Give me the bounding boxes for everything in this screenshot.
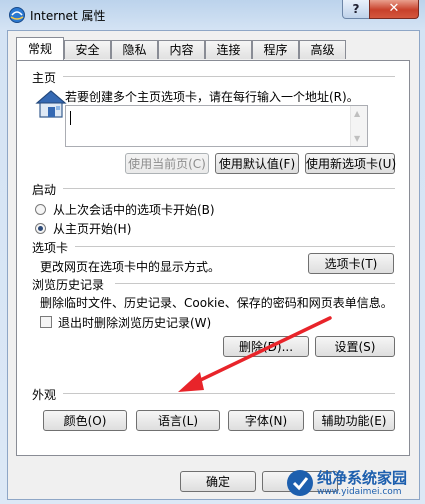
watermark: 纯净系统家园 www.yidaimei.com: [283, 466, 423, 502]
general-tab-panel: 主页 若要创建多个主页选项卡，请在每行输入一个地址(R)。 ▲ ▼ 使用当前页(…: [16, 60, 410, 456]
tab-security[interactable]: 安全: [64, 40, 111, 59]
tab-connections[interactable]: 连接: [205, 40, 252, 59]
radio-last-session-label: 从上次会话中的选项卡开始(B): [53, 203, 215, 217]
delete-on-exit-checkbox[interactable]: [40, 316, 52, 328]
tabs-settings-button[interactable]: 选项卡(T): [308, 253, 394, 274]
radio-last-session[interactable]: [35, 204, 46, 215]
use-current-button[interactable]: 使用当前页(C): [125, 153, 209, 174]
appearance-separator: [63, 393, 395, 394]
history-description: 删除临时文件、历史记录、Cookie、保存的密码和网页表单信息。: [40, 296, 393, 310]
use-default-button[interactable]: 使用默认值(F): [215, 153, 299, 174]
tabs-description: 更改网页在选项卡中的显示方式。: [40, 260, 221, 274]
tab-programs[interactable]: 程序: [252, 40, 299, 59]
watermark-url: www.yidaimei.com: [317, 487, 402, 497]
tab-advanced[interactable]: 高级: [299, 40, 346, 59]
house-icon: [35, 90, 67, 118]
close-icon: ✕: [388, 1, 400, 16]
radio-homepage[interactable]: [35, 223, 46, 234]
close-button[interactable]: ✕: [369, 0, 419, 19]
homepage-scrollbar[interactable]: ▲ ▼: [350, 106, 367, 146]
history-settings-button[interactable]: 设置(S): [315, 336, 395, 357]
accessibility-button[interactable]: 辅助功能(E): [313, 410, 395, 431]
internet-options-window: Internet 属性 ? ✕ 常规 安全 隐私 内容 连接 程序 高级 主页: [0, 0, 425, 504]
languages-button[interactable]: 语言(L): [136, 410, 220, 431]
delete-on-exit-label: 退出时删除浏览历史记录(W): [58, 316, 212, 330]
history-separator: [115, 283, 395, 284]
tab-privacy[interactable]: 隐私: [111, 40, 158, 59]
dialog-body: 常规 安全 隐私 内容 连接 程序 高级 主页 若要创建多个主页选项卡，请在每行…: [7, 30, 420, 500]
scroll-down-icon[interactable]: ▼: [354, 134, 360, 143]
startup-section-label: 启动: [32, 183, 57, 197]
homepage-separator: [63, 76, 395, 77]
text-caret: [70, 111, 71, 125]
fonts-button[interactable]: 字体(N): [228, 410, 304, 431]
help-button[interactable]: ?: [342, 0, 370, 19]
title-bar: Internet 属性 ? ✕: [0, 0, 425, 30]
watermark-text: 纯净系统家园: [317, 469, 408, 487]
internet-explorer-icon: [9, 7, 25, 23]
tab-general[interactable]: 常规: [16, 37, 64, 60]
startup-separator: [63, 188, 395, 189]
use-new-tab-button[interactable]: 使用新选项卡(U): [305, 153, 396, 174]
ok-button[interactable]: 确定: [180, 471, 256, 492]
tabs-separator: [75, 246, 395, 247]
radio-homepage-label: 从主页开始(H): [53, 222, 132, 236]
history-section-label: 浏览历史记录: [32, 278, 105, 292]
watermark-logo-icon: [287, 470, 313, 496]
homepage-url-input[interactable]: ▲ ▼: [65, 105, 368, 147]
homepage-description: 若要创建多个主页选项卡，请在每行输入一个地址(R)。: [65, 90, 359, 104]
window-title: Internet 属性: [30, 9, 106, 23]
scroll-up-icon[interactable]: ▲: [354, 109, 360, 118]
colors-button[interactable]: 颜色(O): [43, 410, 127, 431]
tabs-section-label: 选项卡: [32, 241, 69, 255]
delete-history-button[interactable]: 删除(D)...: [223, 336, 309, 357]
tab-content[interactable]: 内容: [158, 40, 205, 59]
homepage-section-label: 主页: [32, 71, 57, 85]
appearance-section-label: 外观: [32, 388, 57, 402]
